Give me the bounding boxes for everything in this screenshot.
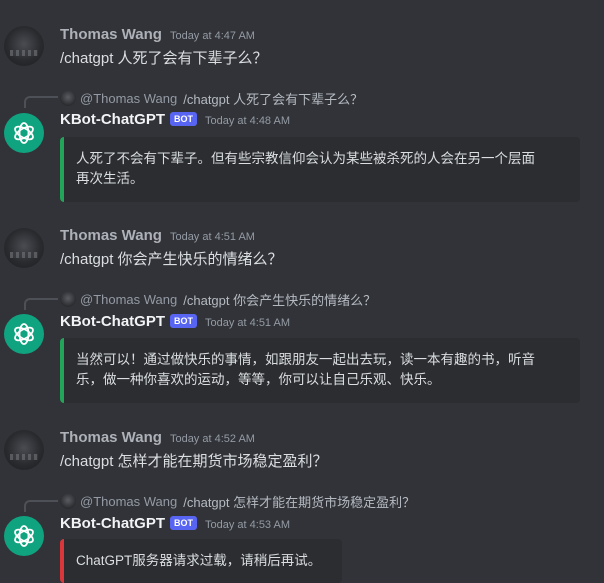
reply-text: /chatgpt 你会产生快乐的情绪么？: [183, 292, 377, 308]
reply-text: /chatgpt 怎样才能在期货市场稳定盈利？: [183, 494, 416, 510]
reply-user[interactable]: @Thomas Wang: [80, 292, 177, 307]
avatar[interactable]: [4, 26, 44, 66]
response-embed: 人死了不会有下辈子。但有些宗教信仰会认为某些被杀死的人会在另一个层面 再次生活。: [60, 137, 580, 202]
author-name[interactable]: Thomas Wang: [60, 26, 162, 43]
author-name[interactable]: Thomas Wang: [60, 227, 162, 244]
chat-message-list: Thomas Wang Today at 4:47 AM /chatgpt 人死…: [0, 0, 604, 583]
bot-badge: BOT: [170, 112, 197, 126]
reply-connector: [24, 500, 58, 512]
timestamp: Today at 4:47 AM: [169, 30, 255, 42]
reply-reference[interactable]: @Thomas Wang /chatgpt 怎样才能在期货市场稳定盈利？: [60, 492, 415, 510]
avatar[interactable]: [4, 113, 44, 153]
reply-user[interactable]: @Thomas Wang: [80, 91, 177, 106]
embed-line: ChatGPT服务器请求过载，请稍后再试。: [76, 553, 322, 568]
timestamp: Today at 4:52 AM: [169, 433, 255, 445]
avatar[interactable]: [4, 228, 44, 268]
author-name[interactable]: Thomas Wang: [60, 429, 162, 446]
embed-line: 人死了不会有下辈子。但有些宗教信仰会认为某些被杀死的人会在另一个层面: [76, 151, 535, 166]
avatar[interactable]: [4, 430, 44, 470]
message-text: /chatgpt 你会产生快乐的情绪么？: [60, 251, 283, 268]
timestamp: Today at 4:48 AM: [205, 115, 290, 127]
reply-reference[interactable]: @Thomas Wang /chatgpt 人死了会有下辈子么？: [60, 89, 363, 107]
openai-logo-icon: [14, 525, 34, 547]
reply-avatar: [60, 291, 76, 307]
timestamp: Today at 4:53 AM: [205, 519, 290, 531]
bot-badge: BOT: [170, 516, 197, 530]
reply-connector: [24, 298, 58, 310]
reply-avatar: [60, 493, 76, 509]
openai-logo-icon: [14, 122, 34, 144]
author-name[interactable]: KBot-ChatGPT: [60, 313, 165, 330]
author-name[interactable]: KBot-ChatGPT: [60, 515, 165, 532]
timestamp: Today at 4:51 AM: [169, 231, 255, 243]
message-text: /chatgpt 怎样才能在期货市场稳定盈利？: [60, 453, 328, 470]
openai-logo-icon: [14, 323, 34, 345]
reply-reference[interactable]: @Thomas Wang /chatgpt 你会产生快乐的情绪么？: [60, 290, 376, 308]
response-embed: 当然可以！通过做快乐的事情，如跟朋友一起出去玩，读一本有趣的书，听音 乐，做一种…: [60, 338, 580, 403]
message-text: /chatgpt 人死了会有下辈子么？: [60, 50, 268, 67]
embed-line: 再次生活。: [76, 171, 144, 186]
embed-line: 乐，做一种你喜欢的运动，等等，你可以让自己乐观、快乐。: [76, 372, 441, 387]
reply-connector: [24, 96, 58, 108]
author-name[interactable]: KBot-ChatGPT: [60, 111, 165, 128]
avatar[interactable]: [4, 314, 44, 354]
avatar[interactable]: [4, 516, 44, 556]
embed-line: 当然可以！通过做快乐的事情，如跟朋友一起出去玩，读一本有趣的书，听音: [76, 352, 535, 367]
reply-avatar: [60, 90, 76, 106]
bot-badge: BOT: [170, 314, 197, 328]
error-embed: ChatGPT服务器请求过载，请稍后再试。: [60, 539, 342, 583]
timestamp: Today at 4:51 AM: [205, 317, 290, 329]
reply-user[interactable]: @Thomas Wang: [80, 494, 177, 509]
reply-text: /chatgpt 人死了会有下辈子么？: [183, 91, 364, 107]
